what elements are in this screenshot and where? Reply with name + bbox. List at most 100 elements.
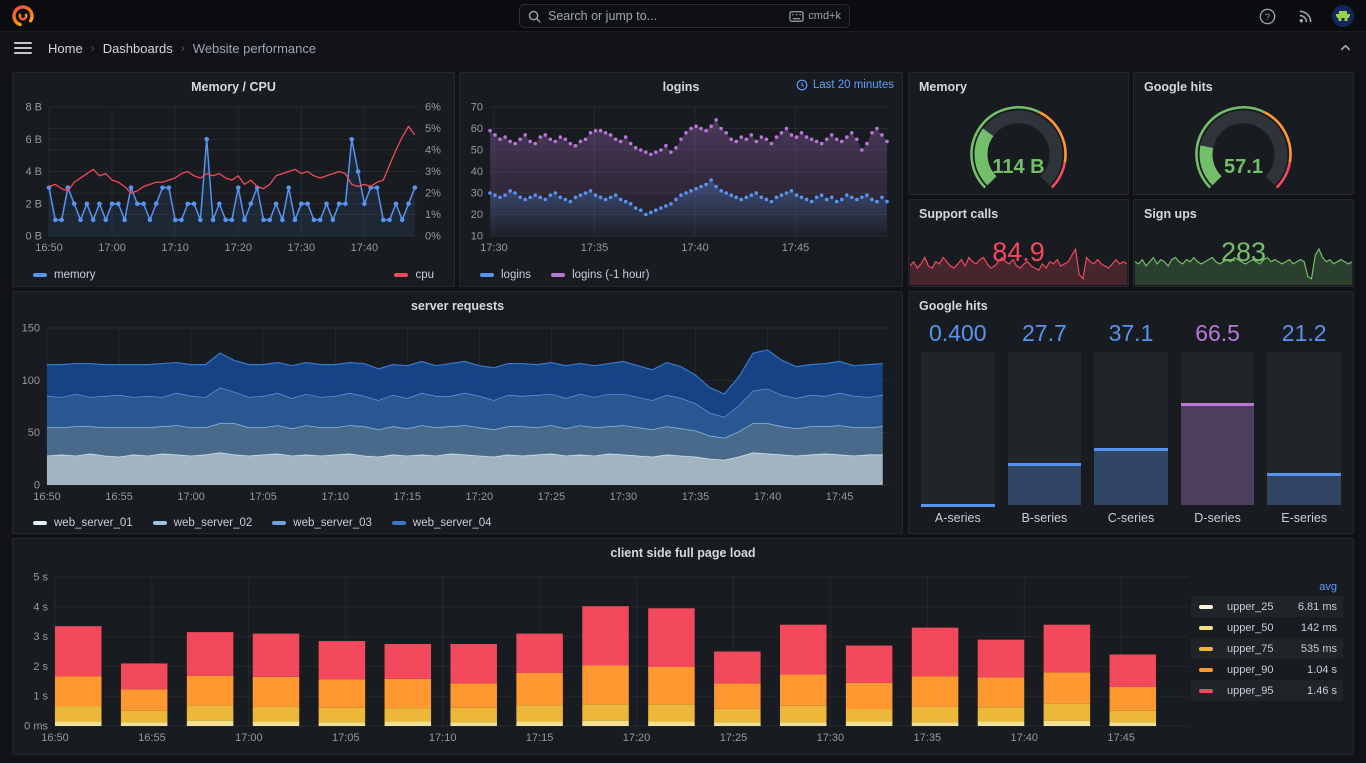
panel-support-calls: Support calls 84.9 [908,199,1129,287]
svg-text:17:05: 17:05 [332,732,360,744]
legend-item-logins-prev[interactable]: logins (-1 hour) [551,269,649,281]
bar-gauge-value: 27.7 [1022,320,1067,346]
news-rss-icon[interactable] [1294,5,1316,27]
legend-swatch [394,273,409,277]
bar-gauge-fill [1007,462,1082,505]
legend-item-web-server-01[interactable]: web_server_01 [33,517,133,529]
panel-title[interactable]: Memory / CPU [13,73,454,99]
svg-text:17:35: 17:35 [914,732,942,744]
svg-text:114 B: 114 B [992,156,1044,178]
panel-title[interactable]: Memory [909,73,1128,99]
grafana-app: Search or jump to... cmd+k ? Home › Dash… [0,0,1366,763]
legend-item-web-server-04[interactable]: web_server_04 [391,517,492,529]
bar-gauge-fill [1267,472,1341,505]
client-load-chart[interactable]: 16:50 16:55 17:00 17:05 17:10 17:15 17:20 17:25… [17,565,1193,750]
panel-title[interactable]: Support calls [909,200,1128,226]
svg-text:?: ? [1264,11,1269,22]
client-load-legend-table: avg upper_25 6.81 ms upper_50 142 ms upper… [1191,579,1343,701]
panel-client-load: client side full page load 16:50 16:55 17:… [12,538,1354,755]
legend-header-avg: avg [1319,581,1337,593]
time-range-indicator[interactable]: Last 20 minutes [796,79,894,91]
breadcrumb-dashboards[interactable]: Dashboards [103,41,173,56]
legend-swatch [1199,667,1213,672]
legend-row-upper-50[interactable]: upper_50 142 ms [1191,617,1343,638]
svg-text:0 B: 0 B [25,231,42,243]
svg-text:17:20: 17:20 [466,491,494,503]
breadcrumb-separator: › [180,41,185,55]
bar-gauge-value: 21.2 [1281,320,1327,346]
svg-text:30: 30 [471,188,483,200]
legend-row-upper-25[interactable]: upper_25 6.81 ms [1191,596,1343,617]
svg-text:17:45: 17:45 [1107,732,1135,744]
panel-title[interactable]: Google hits [909,292,1353,318]
legend-item-web-server-02[interactable]: web_server_02 [152,517,252,529]
svg-text:16:50: 16:50 [33,491,61,503]
legend-item-web-server-03[interactable]: web_server_03 [272,517,372,529]
panel-title[interactable]: Google hits [1134,73,1353,99]
logins-chart[interactable]: 17:30 17:35 17:40 17:45 10 20 30 40 50 60 70 [464,99,896,258]
bar-gauge-label: C-series [1107,511,1155,525]
bar-gauge-track [1267,352,1341,505]
legend-row-upper-75[interactable]: upper_75 535 ms [1191,638,1343,659]
legend-item-cpu[interactable]: cpu [394,269,434,281]
svg-text:17:30: 17:30 [610,491,638,503]
svg-text:17:30: 17:30 [817,732,845,744]
bar-gauge-column[interactable]: 0.400 A-series [921,320,995,525]
legend-swatch [1199,688,1213,693]
chevron-up-icon[interactable] [1339,41,1352,59]
svg-text:17:25: 17:25 [720,732,748,744]
search-input[interactable]: Search or jump to... cmd+k [519,4,850,28]
breadcrumb-separator: › [90,41,95,55]
legend-swatch [1199,625,1213,630]
support-calls-sparkline [909,247,1128,285]
panel-title[interactable]: client side full page load [13,539,1353,565]
legend-item-memory[interactable]: memory [33,269,96,281]
bar-gauge-column[interactable]: 37.1 C-series [1094,320,1168,525]
svg-text:0 ms: 0 ms [24,721,48,733]
svg-text:40: 40 [471,166,483,178]
panel-title[interactable]: Sign ups [1134,200,1353,226]
svg-text:4 s: 4 s [33,601,48,613]
bar-gauge-track [1094,352,1168,505]
keyboard-shortcut-chip: cmd+k [789,10,841,22]
svg-text:17:25: 17:25 [538,491,566,503]
breadcrumb-current-page: Website performance [192,40,317,56]
top-nav: Search or jump to... cmd+k ? [0,0,1366,32]
svg-text:17:35: 17:35 [682,491,710,503]
bar-gauge-column[interactable]: 27.7 B-series [1007,320,1082,525]
bar-gauge-column[interactable]: 21.2 E-series [1267,320,1341,525]
svg-text:2%: 2% [425,188,441,200]
help-icon[interactable]: ? [1256,5,1278,27]
breadcrumb-home[interactable]: Home [48,41,83,56]
svg-text:60: 60 [471,123,483,135]
menu-toggle-icon[interactable] [14,42,32,54]
bar-gauge-value: 66.5 [1195,320,1240,346]
svg-text:17:10: 17:10 [321,491,349,503]
panel-google-hits-gauge: Google hits 57.1 [1133,72,1354,195]
svg-text:17:30: 17:30 [288,242,316,254]
svg-text:1%: 1% [425,209,441,221]
panel-title[interactable]: server requests [13,292,902,318]
legend-swatch [33,273,47,277]
bar-gauge-value: 0.400 [929,320,987,346]
bar-gauge-track [921,352,995,508]
svg-text:50: 50 [471,145,483,157]
svg-text:57.1: 57.1 [1224,156,1263,178]
bar-gauge-column[interactable]: 66.5 D-series [1180,320,1255,525]
memory-cpu-chart[interactable]: 16:50 17:00 17:10 17:20 17:30 17:40 0 B 2 B 4 B 6… [17,99,450,258]
svg-text:70: 70 [471,102,483,114]
legend-row-upper-90[interactable]: upper_90 1.04 s [1191,659,1343,680]
svg-text:8 B: 8 B [25,102,42,114]
panel-logins: logins Last 20 minutes 17:30 17:35 17:40 17… [459,72,903,287]
legend-item-logins[interactable]: logins [480,269,531,281]
svg-text:17:30: 17:30 [480,242,508,254]
legend-swatch [480,273,494,277]
server-requests-chart[interactable]: 16:50 16:55 17:00 17:05 17:10 17:15 17:20 17:25… [17,318,896,507]
svg-text:17:45: 17:45 [782,242,810,254]
grafana-logo-icon[interactable] [12,5,34,27]
legend: logins logins (-1 hour) [480,269,649,281]
panel-memory-gauge: Memory 114 B [908,72,1129,195]
user-avatar[interactable] [1332,5,1354,27]
legend-row-upper-95[interactable]: upper_95 1.46 s [1191,680,1343,701]
svg-text:16:55: 16:55 [105,491,133,503]
